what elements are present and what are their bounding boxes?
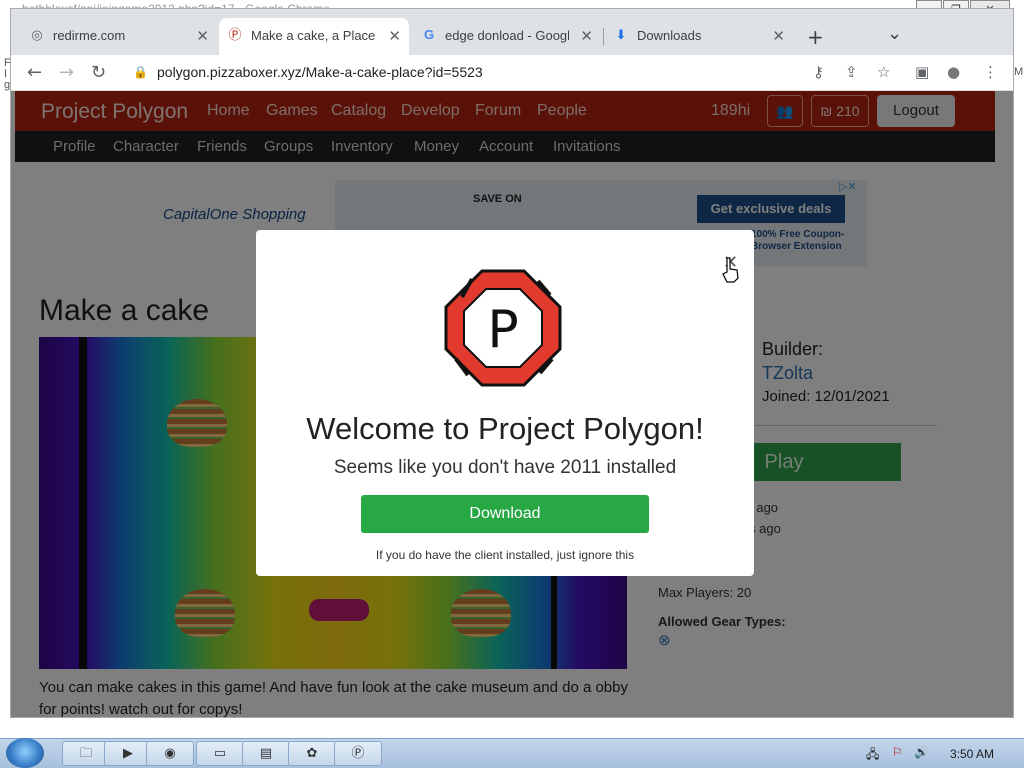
- new-tab-button[interactable]: +: [807, 25, 824, 49]
- profile-avatar-icon[interactable]: ●: [947, 63, 960, 81]
- polygon-logo-icon: P: [444, 269, 562, 387]
- google-icon: G: [423, 27, 435, 42]
- back-arrow-icon[interactable]: ←: [27, 62, 42, 83]
- modal-subtitle: Seems like you don't have 2011 installed: [333, 457, 677, 478]
- polygon-icon: Ⓟ: [228, 27, 242, 42]
- logo-letter: P: [487, 300, 518, 360]
- taskbar-polygon[interactable]: Ⓟ: [334, 741, 382, 766]
- start-button[interactable]: [6, 738, 44, 768]
- tab-close-icon[interactable]: ✕: [580, 27, 593, 45]
- chrome-menu-icon[interactable]: ⋮: [983, 63, 998, 81]
- tab-label: redirme.com: [53, 28, 126, 43]
- tab-close-icon[interactable]: ✕: [388, 27, 401, 45]
- download-button[interactable]: Download: [361, 495, 649, 533]
- tab-google-search[interactable]: G edge donload - Google ✕: [413, 18, 601, 55]
- tab-search-chevron-icon[interactable]: ⌄: [887, 23, 902, 44]
- taskbar-paint[interactable]: ✿: [288, 741, 336, 766]
- share-icon[interactable]: ⇪: [845, 63, 858, 81]
- taskbar-cmd[interactable]: ▭: [196, 741, 244, 766]
- lock-icon[interactable]: 🔒: [133, 65, 148, 79]
- hand-cursor-icon: [722, 257, 739, 283]
- system-clock[interactable]: 3:50 AM: [950, 747, 994, 761]
- taskbar-chrome[interactable]: ◉: [146, 741, 194, 766]
- url-field[interactable]: polygon.pizzaboxer.xyz/Make-a-cake-place…: [157, 64, 483, 80]
- tab-make-a-cake[interactable]: Ⓟ Make a cake, a Place by ✕: [219, 18, 409, 55]
- modal-title: Welcome to Project Polygon!: [306, 411, 704, 446]
- modal-note: If you do have the client installed, jus…: [375, 548, 635, 562]
- tab-label: Make a cake, a Place by: [251, 28, 375, 43]
- volume-icon[interactable]: 🔊: [914, 745, 929, 759]
- background-text-fragment-right: M: [1014, 66, 1024, 78]
- globe-icon: ◎: [31, 27, 43, 42]
- taskbar-explorer[interactable]: 🗀: [62, 741, 110, 766]
- tab-close-icon[interactable]: ✕: [772, 27, 785, 45]
- key-icon[interactable]: ⚷: [813, 63, 824, 81]
- tab-redirme[interactable]: ◎ redirme.com ✕: [21, 18, 217, 55]
- tab-label: Downloads: [637, 28, 702, 43]
- action-center-icon[interactable]: ⚐: [892, 745, 903, 759]
- tab-close-icon[interactable]: ✕: [196, 27, 209, 45]
- taskbar-notepad[interactable]: ▤: [242, 741, 290, 766]
- tab-label: edge donload - Google: [445, 28, 569, 43]
- network-icon[interactable]: 🖧: [866, 745, 879, 766]
- chrome-window: ◎ redirme.com ✕ Ⓟ Make a cake, a Place b…: [10, 8, 1014, 718]
- bookmark-star-icon[interactable]: ☆: [877, 63, 890, 81]
- download-icon: ⬇: [615, 27, 627, 42]
- reload-icon[interactable]: ↻: [91, 62, 106, 83]
- taskbar-media-player[interactable]: ▶: [104, 741, 152, 766]
- forward-arrow-icon[interactable]: →: [59, 62, 74, 83]
- tab-separator: [603, 28, 604, 46]
- side-panel-icon[interactable]: ▣: [915, 63, 929, 81]
- tab-downloads[interactable]: ⬇ Downloads ✕: [605, 18, 793, 55]
